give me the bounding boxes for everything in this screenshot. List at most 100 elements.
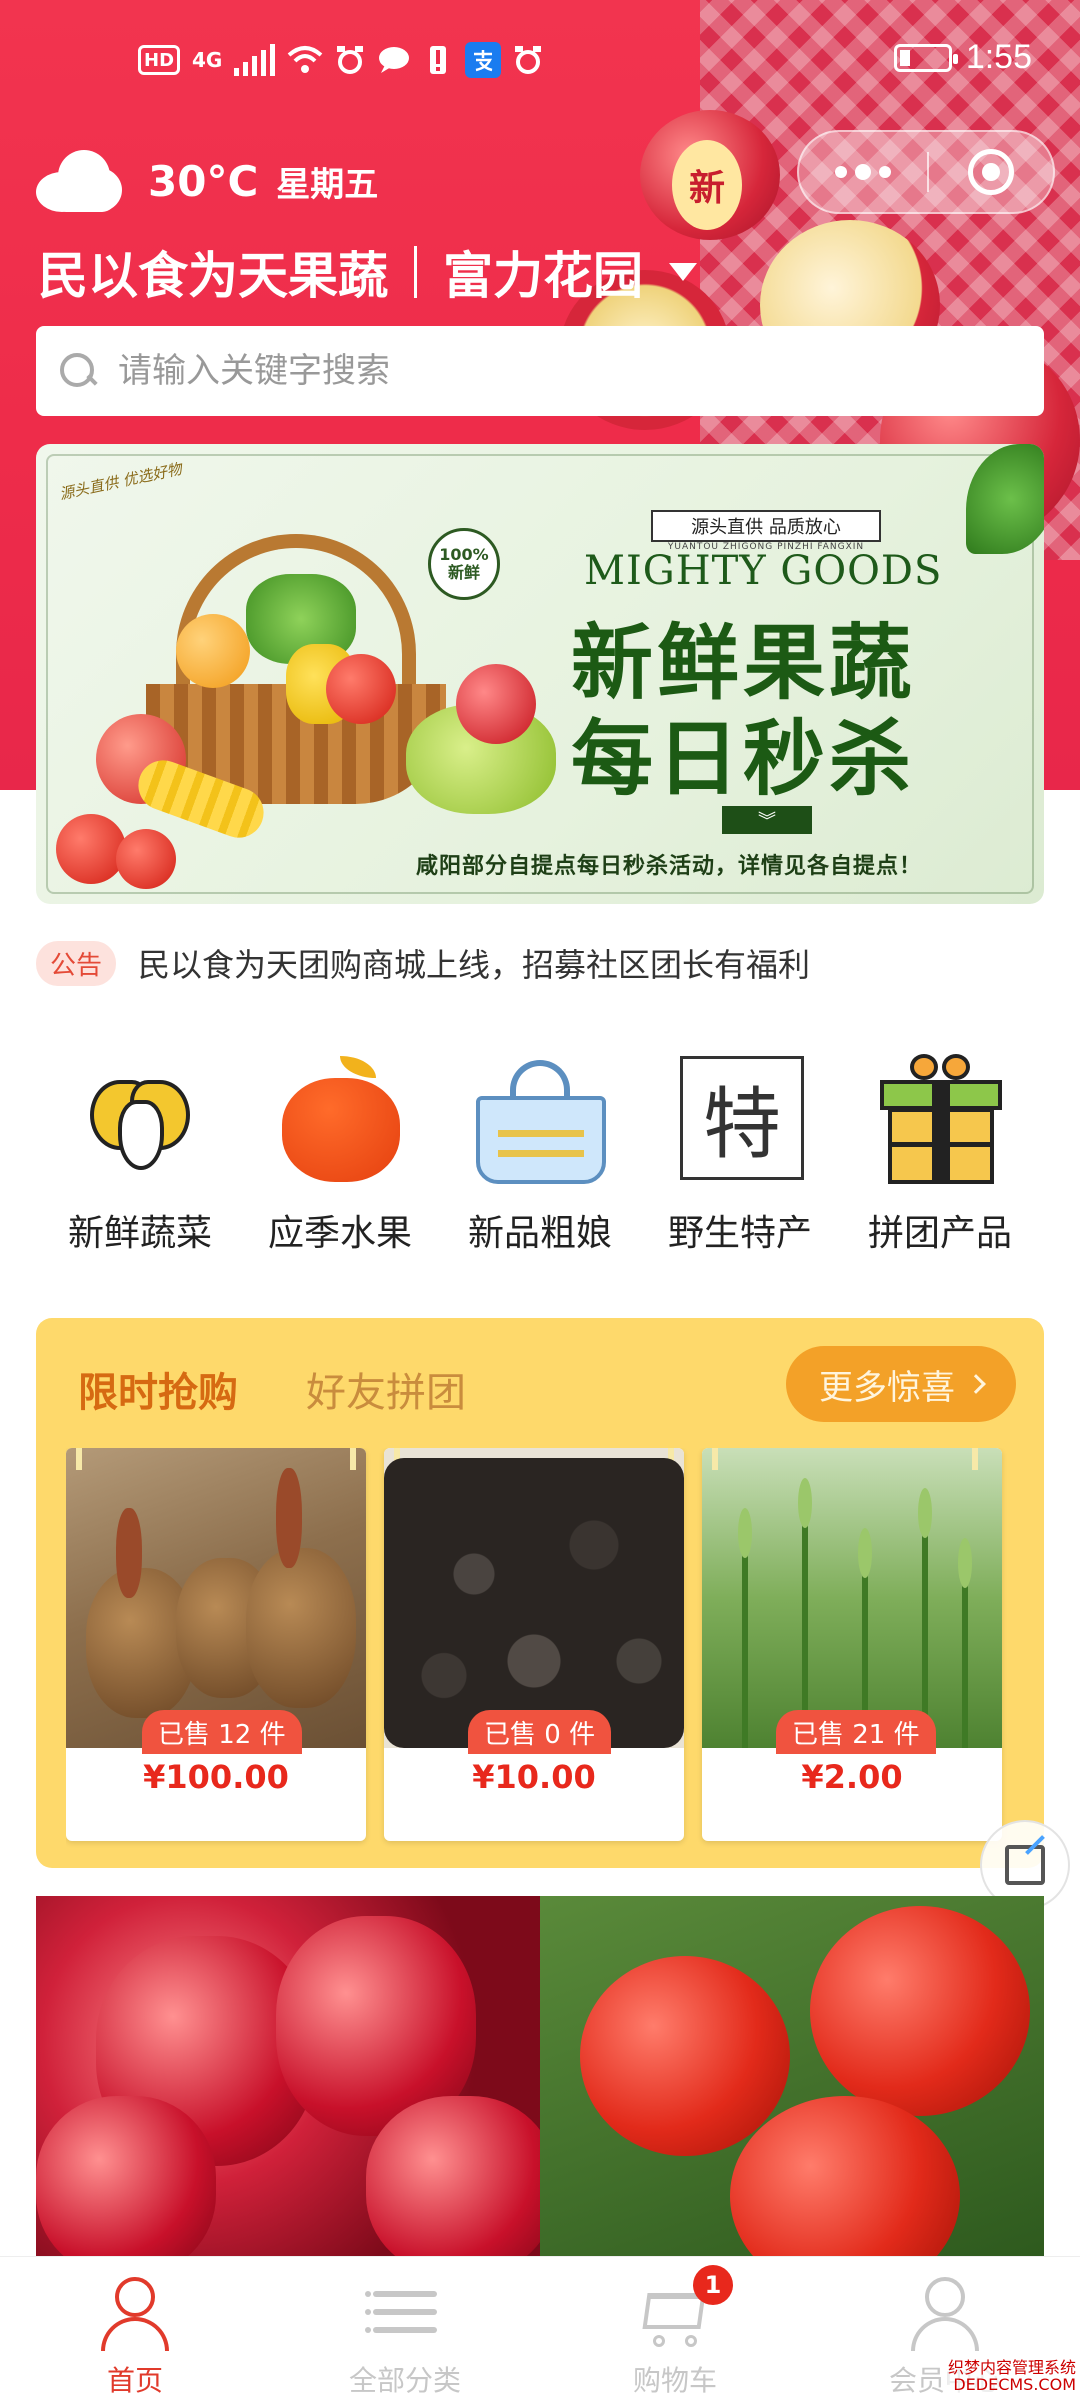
search-bar[interactable] (36, 326, 1044, 416)
fresh-stamp: 100% 新鲜 (428, 528, 500, 600)
announcement-bar[interactable]: 公告 民以食为天团购商城上线，招募社区团长有福利 (36, 940, 810, 986)
tomato-image (326, 654, 396, 724)
gift-icon (870, 1050, 1010, 1190)
list-icon (365, 2273, 445, 2353)
weekday: 星期五 (276, 164, 379, 205)
leaf-image (966, 444, 1044, 554)
status-right: 1:55 (893, 38, 1032, 77)
store-selector[interactable]: 民以食为天果蔬 富力花园 (38, 236, 697, 308)
tab-label: 全部分类 (348, 2364, 461, 2397)
sold-count-badge: 已售 21 件 (776, 1710, 936, 1754)
community-name: 富力花园 (443, 247, 643, 305)
banner-title-line2: 每日秒杀 (571, 712, 916, 807)
hd-icon: HD (138, 45, 181, 75)
network-type-icon: 4G (192, 48, 223, 72)
flash-sale-panel: 限时抢购 好友拼团 更多惊喜 已售 12 件 ¥100.00 已售 0 件 ¥1… (36, 1318, 1044, 1868)
apple-image (456, 664, 536, 744)
tomato-image (116, 829, 176, 889)
tab-home[interactable]: 首页 (0, 2257, 270, 2400)
product-image-fungus (384, 1448, 684, 1748)
dot-icon (879, 166, 891, 178)
search-input[interactable] (118, 351, 1018, 391)
close-miniprogram-button[interactable] (929, 149, 1053, 195)
user-icon (905, 2273, 985, 2353)
chat-icon (377, 42, 411, 78)
watermark-line1: 织梦内容管理系统 (947, 2357, 1076, 2377)
cloud-icon (36, 150, 122, 212)
banner-english-title: MIGHTY GOODS (584, 548, 943, 594)
dot-icon (855, 164, 871, 180)
product-carousel[interactable]: 已售 12 件 ¥100.00 已售 0 件 ¥10.00 已售 21 件 ¥2… (66, 1448, 1044, 1848)
bottom-tab-bar: 首页 全部分类 1 购物车 会员中心 织梦内容管理系统 DEDECMS.COM (0, 2256, 1080, 2400)
status-icons: HD 4G (138, 42, 543, 78)
temperature: 30°C (148, 156, 259, 206)
cart-icon: 1 (635, 2265, 733, 2353)
alipay-icon (465, 42, 502, 78)
wifi-icon (287, 42, 323, 78)
chevron-right-icon (966, 1374, 986, 1394)
weather-widget: 30°C 星期五 (36, 150, 378, 212)
banner-side-text: 源头直供 优选好物 (57, 459, 184, 504)
category-specialty[interactable]: 特 野生特产 (650, 1050, 830, 1270)
announcement-tag: 公告 (36, 940, 117, 986)
category-grid: 新鲜蔬菜 应季水果 新品粗娘 特 野生特产 拼团产品 (36, 1050, 1044, 1270)
basket-icon (470, 1050, 610, 1190)
vegetable-icon (70, 1050, 210, 1190)
share-icon (1005, 1845, 1045, 1885)
banner-footer-text: 咸阳部分自提点每日秒杀活动，详情见各自提点！ (416, 854, 923, 879)
product-price: ¥10.00 (472, 1758, 596, 1796)
category-group-buy[interactable]: 拼团产品 (850, 1050, 1030, 1270)
dot-icon (835, 166, 847, 178)
title-divider (414, 246, 417, 298)
category-label: 拼团产品 (867, 1213, 1012, 1254)
watermark: 织梦内容管理系统 DEDECMS.COM (947, 2357, 1076, 2395)
clock: 1:55 (965, 38, 1032, 76)
category-label: 应季水果 (267, 1213, 412, 1254)
tab-cart[interactable]: 1 购物车 (540, 2257, 810, 2400)
category-label: 新品粗娘 (467, 1213, 612, 1254)
miniprogram-capsule (797, 130, 1055, 214)
product-price: ¥2.00 (801, 1758, 903, 1796)
product-card[interactable]: 已售 12 件 ¥100.00 (66, 1448, 366, 1841)
product-image-wheat (702, 1448, 1002, 1748)
stamp-top-text: 100% (439, 545, 489, 565)
product-card[interactable]: 已售 21 件 ¥2.00 (702, 1448, 1002, 1841)
warning-icon (423, 42, 453, 78)
product-feed (36, 1896, 1044, 2256)
category-fruits[interactable]: 应季水果 (250, 1050, 430, 1270)
product-image-taro (66, 1448, 366, 1748)
tab-flash-sale[interactable]: 限时抢购 (78, 1360, 238, 1418)
apple-icon (270, 1050, 410, 1190)
cart-count-badge: 1 (693, 2265, 733, 2305)
category-label: 野生特产 (667, 1213, 812, 1254)
product-card[interactable]: 已售 0 件 ¥10.00 (384, 1448, 684, 1841)
feed-item-apple[interactable] (36, 1896, 556, 2256)
announcement-text: 民以食为天团购商城上线，招募社区团长有福利 (138, 946, 811, 984)
tab-label: 首页 (106, 2364, 163, 2397)
caret-down-icon (669, 263, 697, 281)
more-label: 更多惊喜 (819, 1367, 955, 1408)
tab-categories[interactable]: 全部分类 (270, 2257, 540, 2400)
home-user-icon (95, 2273, 175, 2353)
more-menu-button[interactable] (799, 132, 927, 212)
status-bar: HD 4G 1:55 (0, 30, 1080, 100)
search-icon (58, 351, 98, 391)
shop-name: 民以食为天果蔬 (38, 247, 388, 305)
hero-badge: 新 (672, 140, 742, 230)
more-surprises-button[interactable]: 更多惊喜 (786, 1346, 1016, 1422)
sold-count-badge: 已售 0 件 (468, 1710, 612, 1754)
feed-item-tomato[interactable] (540, 1896, 1044, 2256)
tab-group-buy[interactable]: 好友拼团 (306, 1360, 466, 1418)
stamp-bottom-text: 新鲜 (447, 563, 480, 582)
sold-count-badge: 已售 12 件 (142, 1710, 302, 1754)
tab-label: 购物车 (632, 2364, 717, 2397)
battery-icon (893, 43, 958, 72)
orange-image (176, 614, 250, 688)
product-price: ¥100.00 (143, 1758, 289, 1796)
signal-icon (234, 44, 276, 76)
watermark-line2: DEDECMS.COM (953, 2375, 1076, 2395)
promo-banner[interactable]: 源头直供 优选好物 100% 新鲜 源头直供 品质放心 YUANTOU ZHIG… (36, 444, 1044, 904)
category-grains[interactable]: 新品粗娘 (450, 1050, 630, 1270)
target-icon (968, 149, 1014, 195)
category-vegetables[interactable]: 新鲜蔬菜 (50, 1050, 230, 1270)
